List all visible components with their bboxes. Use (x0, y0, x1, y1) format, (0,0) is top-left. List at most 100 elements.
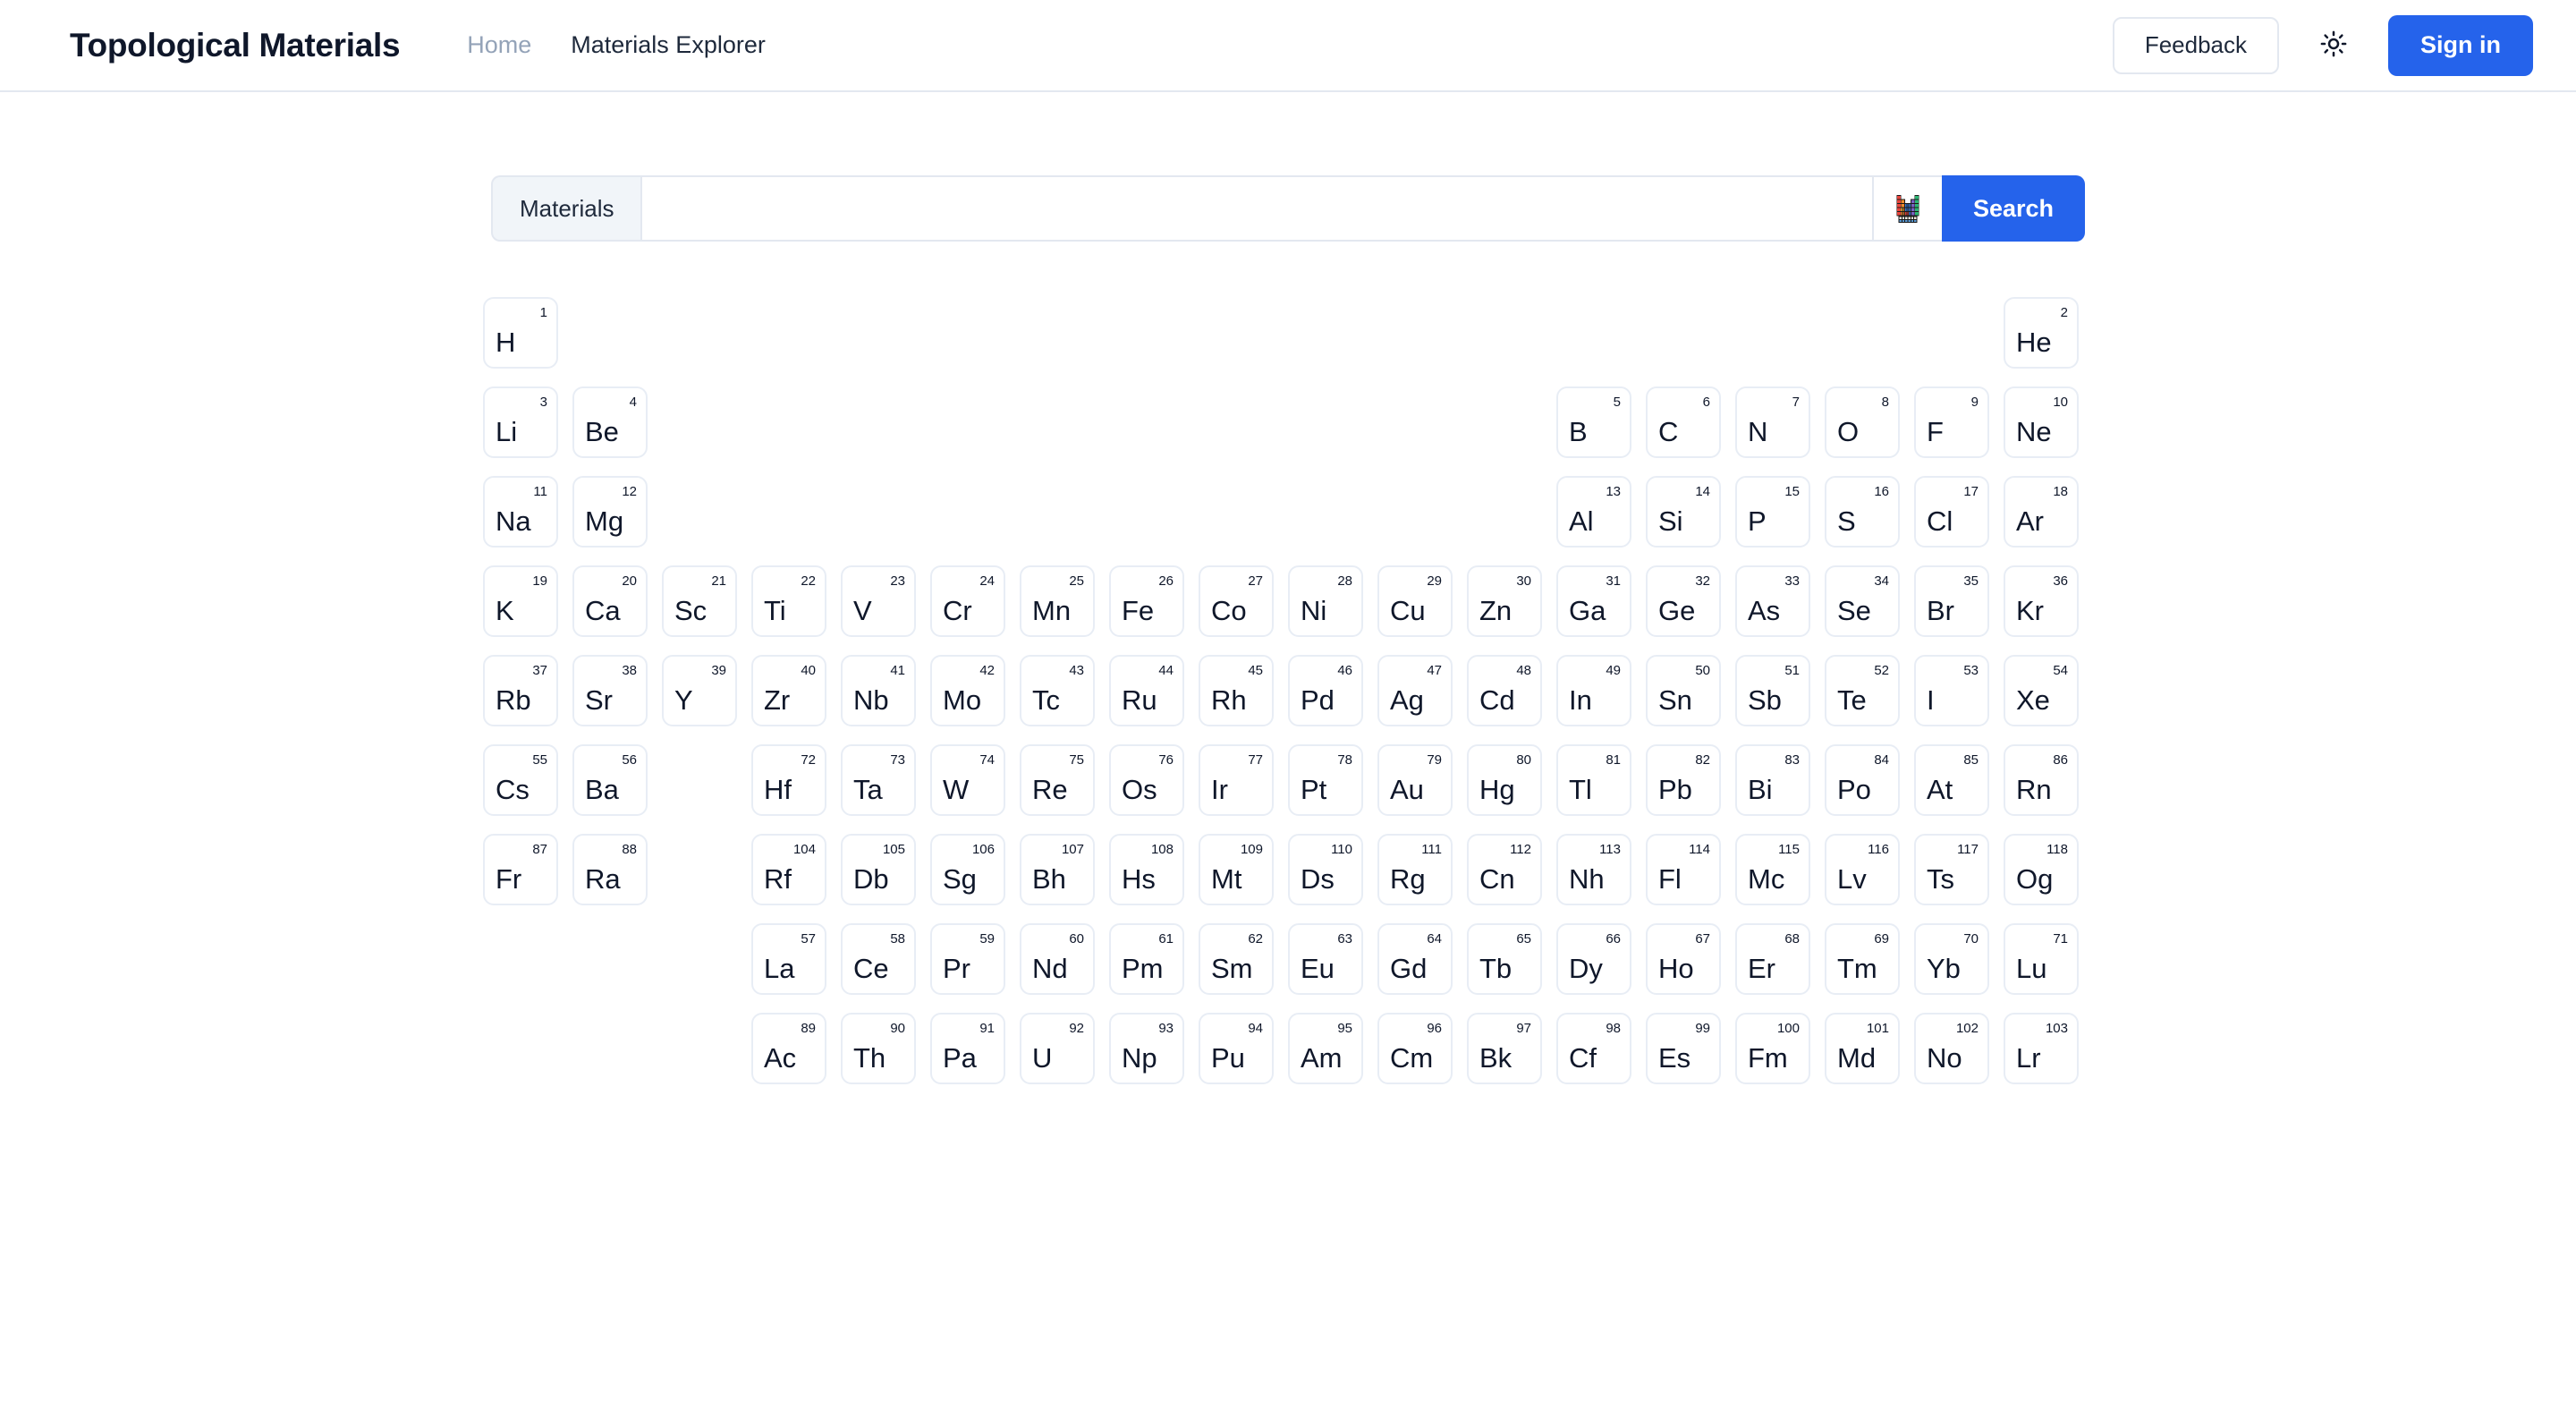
element-cell[interactable]: No 102 (1914, 1013, 1989, 1084)
element-cell[interactable]: Am 95 (1288, 1013, 1363, 1084)
element-cell[interactable]: Be 4 (572, 386, 648, 458)
element-cell[interactable]: Al 13 (1556, 476, 1631, 548)
element-cell[interactable]: Se 34 (1825, 565, 1900, 637)
element-cell[interactable]: Eu 63 (1288, 923, 1363, 995)
element-cell[interactable]: Ni 28 (1288, 565, 1363, 637)
element-cell[interactable]: Ar 18 (2004, 476, 2079, 548)
element-cell[interactable]: In 49 (1556, 655, 1631, 726)
element-cell[interactable]: Po 84 (1825, 744, 1900, 816)
element-cell[interactable]: Tm 69 (1825, 923, 1900, 995)
element-cell[interactable]: Th 90 (841, 1013, 916, 1084)
element-cell[interactable]: N7 (1735, 386, 1810, 458)
element-cell[interactable]: Ac 89 (751, 1013, 826, 1084)
element-cell[interactable]: K 19 (483, 565, 558, 637)
element-cell[interactable]: Ta 73 (841, 744, 916, 816)
element-cell[interactable]: Cm 96 (1377, 1013, 1453, 1084)
element-cell[interactable]: H1 (483, 297, 558, 369)
element-cell[interactable]: Mo 42 (930, 655, 1005, 726)
element-cell[interactable]: Nd 60 (1020, 923, 1095, 995)
element-cell[interactable]: Lu 71 (2004, 923, 2079, 995)
element-cell[interactable]: V 23 (841, 565, 916, 637)
element-cell[interactable]: Re 75 (1020, 744, 1095, 816)
element-cell[interactable]: Rh 45 (1199, 655, 1274, 726)
element-cell[interactable]: C6 (1646, 386, 1721, 458)
element-cell[interactable]: Mn 25 (1020, 565, 1095, 637)
element-cell[interactable]: Rb 37 (483, 655, 558, 726)
element-cell[interactable]: Bh 107 (1020, 834, 1095, 905)
element-cell[interactable]: Bi 83 (1735, 744, 1810, 816)
element-cell[interactable]: Ge 32 (1646, 565, 1721, 637)
element-cell[interactable]: Br 35 (1914, 565, 1989, 637)
element-cell[interactable]: Au 79 (1377, 744, 1453, 816)
element-cell[interactable]: Pm 61 (1109, 923, 1184, 995)
element-cell[interactable]: As 33 (1735, 565, 1810, 637)
element-cell[interactable]: Lv 116 (1825, 834, 1900, 905)
element-cell[interactable]: Bk 97 (1467, 1013, 1542, 1084)
element-cell[interactable]: Co 27 (1199, 565, 1274, 637)
element-cell[interactable]: Nb 41 (841, 655, 916, 726)
element-cell[interactable]: Ca 20 (572, 565, 648, 637)
element-cell[interactable]: Os 76 (1109, 744, 1184, 816)
element-cell[interactable]: Ba 56 (572, 744, 648, 816)
element-cell[interactable]: Hs 108 (1109, 834, 1184, 905)
theme-toggle-button[interactable] (2309, 21, 2358, 70)
element-cell[interactable]: B5 (1556, 386, 1631, 458)
element-cell[interactable]: I 53 (1914, 655, 1989, 726)
element-cell[interactable]: Ce 58 (841, 923, 916, 995)
element-cell[interactable]: Ti 22 (751, 565, 826, 637)
nav-link-materials-explorer[interactable]: Materials Explorer (571, 31, 766, 59)
element-cell[interactable]: Y 39 (662, 655, 737, 726)
element-cell[interactable]: Lr 103 (2004, 1013, 2079, 1084)
element-cell[interactable]: Pu 94 (1199, 1013, 1274, 1084)
element-cell[interactable]: Ga 31 (1556, 565, 1631, 637)
element-cell[interactable]: Pa 91 (930, 1013, 1005, 1084)
element-cell[interactable]: Pr 59 (930, 923, 1005, 995)
feedback-button[interactable]: Feedback (2112, 16, 2279, 74)
element-cell[interactable]: S 16 (1825, 476, 1900, 548)
search-button[interactable]: Search (1942, 175, 2085, 242)
element-cell[interactable]: Sc 21 (662, 565, 737, 637)
element-cell[interactable]: Yb 70 (1914, 923, 1989, 995)
element-cell[interactable]: Pb 82 (1646, 744, 1721, 816)
element-cell[interactable]: Es 99 (1646, 1013, 1721, 1084)
element-cell[interactable]: Cn 112 (1467, 834, 1542, 905)
element-cell[interactable]: Li 3 (483, 386, 558, 458)
element-cell[interactable]: Tb 65 (1467, 923, 1542, 995)
element-cell[interactable]: Cu 29 (1377, 565, 1453, 637)
element-cell[interactable]: Pd 46 (1288, 655, 1363, 726)
element-cell[interactable]: Zr 40 (751, 655, 826, 726)
element-cell[interactable]: Ru 44 (1109, 655, 1184, 726)
element-cell[interactable]: Te 52 (1825, 655, 1900, 726)
element-cell[interactable]: Rf 104 (751, 834, 826, 905)
element-cell[interactable]: Er 68 (1735, 923, 1810, 995)
element-cell[interactable]: Md 101 (1825, 1013, 1900, 1084)
element-cell[interactable]: La 57 (751, 923, 826, 995)
element-cell[interactable]: Cs 55 (483, 744, 558, 816)
element-cell[interactable]: Rn 86 (2004, 744, 2079, 816)
element-cell[interactable]: Mc 115 (1735, 834, 1810, 905)
element-cell[interactable]: Fm 100 (1735, 1013, 1810, 1084)
element-cell[interactable]: He 2 (2004, 297, 2079, 369)
element-cell[interactable]: Xe 54 (2004, 655, 2079, 726)
element-cell[interactable]: Kr 36 (2004, 565, 2079, 637)
element-cell[interactable]: Gd 64 (1377, 923, 1453, 995)
element-cell[interactable]: Cr 24 (930, 565, 1005, 637)
nav-link-home[interactable]: Home (467, 31, 531, 59)
element-cell[interactable]: Sb 51 (1735, 655, 1810, 726)
element-cell[interactable]: Ho 67 (1646, 923, 1721, 995)
search-input[interactable] (640, 175, 1872, 242)
element-cell[interactable]: Ne 10 (2004, 386, 2079, 458)
periodic-table-toggle-button[interactable] (1872, 175, 1942, 242)
element-cell[interactable]: Mt 109 (1199, 834, 1274, 905)
element-cell[interactable]: Rg 111 (1377, 834, 1453, 905)
element-cell[interactable]: Dy 66 (1556, 923, 1631, 995)
element-cell[interactable]: Zn 30 (1467, 565, 1542, 637)
element-cell[interactable]: Ds 110 (1288, 834, 1363, 905)
element-cell[interactable]: Nh 113 (1556, 834, 1631, 905)
element-cell[interactable]: Sn 50 (1646, 655, 1721, 726)
element-cell[interactable]: Cf 98 (1556, 1013, 1631, 1084)
element-cell[interactable]: Tc 43 (1020, 655, 1095, 726)
element-cell[interactable]: Na 11 (483, 476, 558, 548)
element-cell[interactable]: Fe 26 (1109, 565, 1184, 637)
element-cell[interactable]: Ag 47 (1377, 655, 1453, 726)
